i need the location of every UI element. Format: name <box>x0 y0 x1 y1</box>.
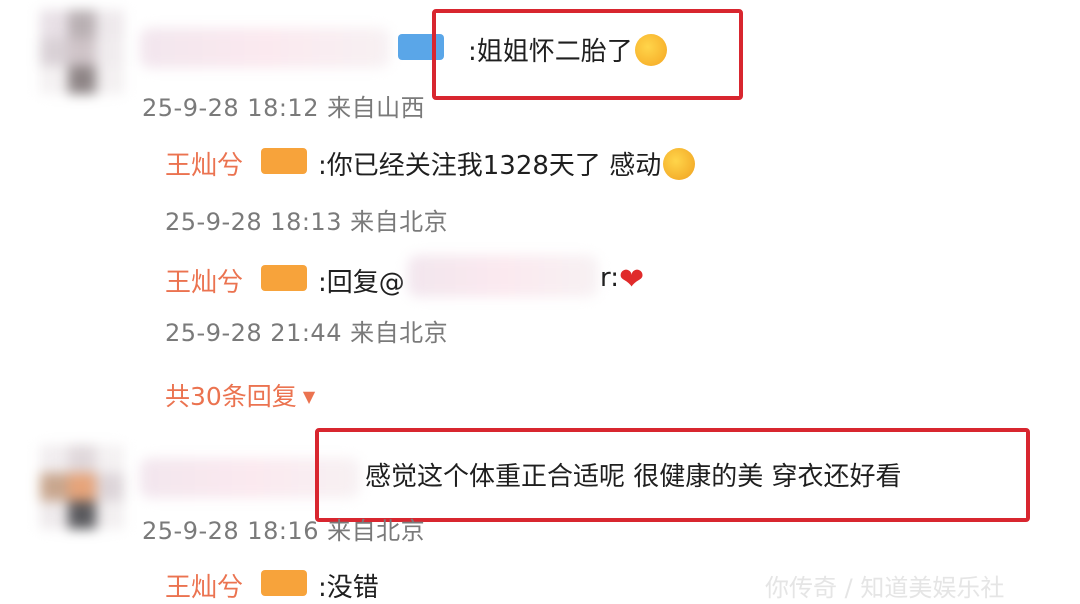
reply-text: :没错 <box>318 573 379 603</box>
reply-username[interactable]: 王灿兮 <box>165 262 243 299</box>
comment-meta: 25-9-28 18:12 来自山西 <box>142 94 426 122</box>
caret-down-icon: ▼ <box>302 387 316 406</box>
watermark: 你传奇 / 知道美娱乐社 <box>765 574 1005 602</box>
avatar[interactable] <box>40 10 125 95</box>
avatar[interactable] <box>40 445 125 530</box>
vip-badge <box>261 570 307 596</box>
highlight-box <box>315 428 1030 522</box>
reply-username[interactable]: 王灿兮 <box>165 567 243 604</box>
highlight-box <box>432 9 743 100</box>
vip-badge <box>261 265 307 291</box>
reply-text-tail: r:❤ <box>600 262 645 297</box>
more-replies-link[interactable]: 共30条回复 ▼ <box>165 377 315 413</box>
reply-meta: 25-9-28 18:13 来自北京 <box>165 208 449 236</box>
heart-icon: ❤ <box>619 262 645 297</box>
comment-meta: 25-9-28 18:16 来自北京 <box>142 517 426 545</box>
reply-username[interactable]: 王灿兮 <box>165 145 243 182</box>
vip-badge <box>261 148 307 174</box>
crying-emoji-icon <box>663 148 696 180</box>
reply-text: :你已经关注我1328天了 感动 <box>318 145 696 182</box>
reply-text: :回复@ <box>318 268 405 298</box>
username-blurred[interactable] <box>140 28 390 68</box>
mention-blurred[interactable] <box>408 255 598 297</box>
reply-meta: 25-9-28 21:44 来自北京 <box>165 319 449 347</box>
